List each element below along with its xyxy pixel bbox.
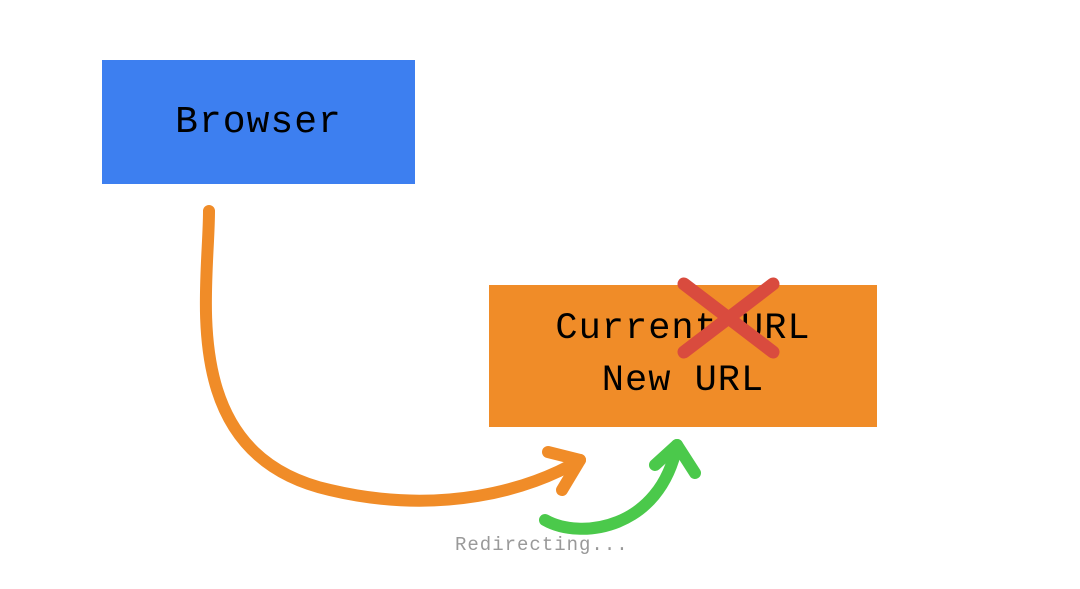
new-url-label: New URL — [602, 356, 764, 408]
browser-box: Browser — [102, 60, 415, 184]
redirecting-label: Redirecting... — [455, 534, 629, 556]
current-url-label: Current URL — [555, 304, 810, 356]
browser-label: Browser — [175, 101, 342, 144]
url-box: Current URL New URL — [489, 285, 877, 427]
